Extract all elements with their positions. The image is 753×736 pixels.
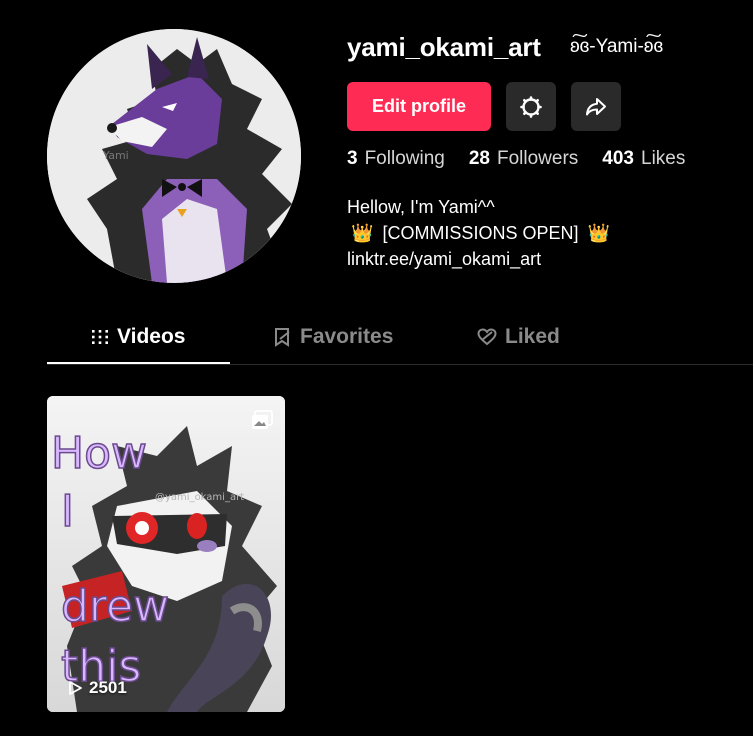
play-icon: [69, 681, 82, 695]
bio-line-commissions: 👑 [COMMISSIONS OPEN] 👑: [347, 220, 614, 246]
tab-videos-label: Videos: [117, 325, 186, 348]
tab-favorites-label: Favorites: [300, 325, 394, 348]
watermark: @yami_okami_art: [155, 492, 244, 503]
bio: Hellow, I'm Yami^^ 👑 [COMMISSIONS OPEN] …: [347, 194, 614, 272]
overlay-text-word-1: How: [51, 428, 147, 479]
username: yami_okami_art: [347, 32, 541, 62]
avatar-wolf-illustration: Yami: [47, 29, 301, 283]
overlay-text-word-3: drew: [61, 581, 169, 632]
tab-videos[interactable]: Videos: [91, 312, 185, 362]
following-stat[interactable]: 3 Following: [347, 148, 445, 170]
view-count-value: 2501: [89, 678, 127, 697]
settings-button[interactable]: [506, 82, 556, 131]
followers-count: 28: [468, 148, 490, 169]
crown-icon: 👑: [587, 223, 610, 243]
crown-icon: 👑: [351, 223, 374, 243]
view-count: 2501: [67, 678, 127, 698]
profile-tabs: Videos Favorites Liked: [47, 312, 753, 365]
heart-icon: [477, 328, 497, 346]
profile-stats: 3 Following 28 Followers 403 Likes: [347, 148, 685, 170]
bio-link[interactable]: linktr.ee/yami_okami_art: [347, 246, 614, 272]
bookmark-icon: [275, 328, 290, 347]
share-arrow-icon: [586, 97, 606, 115]
share-profile-button[interactable]: [571, 82, 621, 131]
gear-icon: [520, 95, 542, 118]
photo-icon: [252, 410, 273, 429]
svg-text:Yami: Yami: [102, 149, 129, 162]
profile-page: Yami yami_okami_art ʚ͠ɞ-Yami-ʚ͠ɞ Edit pr…: [0, 0, 753, 736]
video-thumbnail-image: How I drew this @yami_okami_art: [47, 396, 285, 712]
tab-liked-label: Liked: [505, 325, 560, 348]
avatar[interactable]: Yami: [47, 29, 301, 283]
nickname: ʚ͠ɞ-Yami-ʚ͠ɞ: [570, 36, 664, 57]
tab-liked[interactable]: Liked: [477, 312, 560, 362]
following-label: Following: [364, 148, 445, 169]
video-thumbnail[interactable]: How I drew this @yami_okami_art 2501: [47, 396, 285, 712]
commissions-text: [COMMISSIONS OPEN]: [382, 223, 579, 243]
followers-label: Followers: [496, 148, 579, 169]
likes-label: Likes: [641, 148, 686, 169]
bio-line-greeting: Hellow, I'm Yami^^: [347, 197, 495, 217]
edit-profile-button[interactable]: Edit profile: [347, 82, 491, 131]
likes-count: 403: [602, 148, 634, 169]
overlay-text-word-2: I: [61, 486, 74, 537]
grid-icon: [92, 330, 108, 344]
following-count: 3: [347, 148, 358, 169]
followers-stat[interactable]: 28 Followers: [469, 148, 578, 170]
likes-stat: 403 Likes: [602, 148, 685, 170]
tab-favorites[interactable]: Favorites: [272, 312, 393, 362]
active-tab-indicator: [47, 362, 230, 364]
